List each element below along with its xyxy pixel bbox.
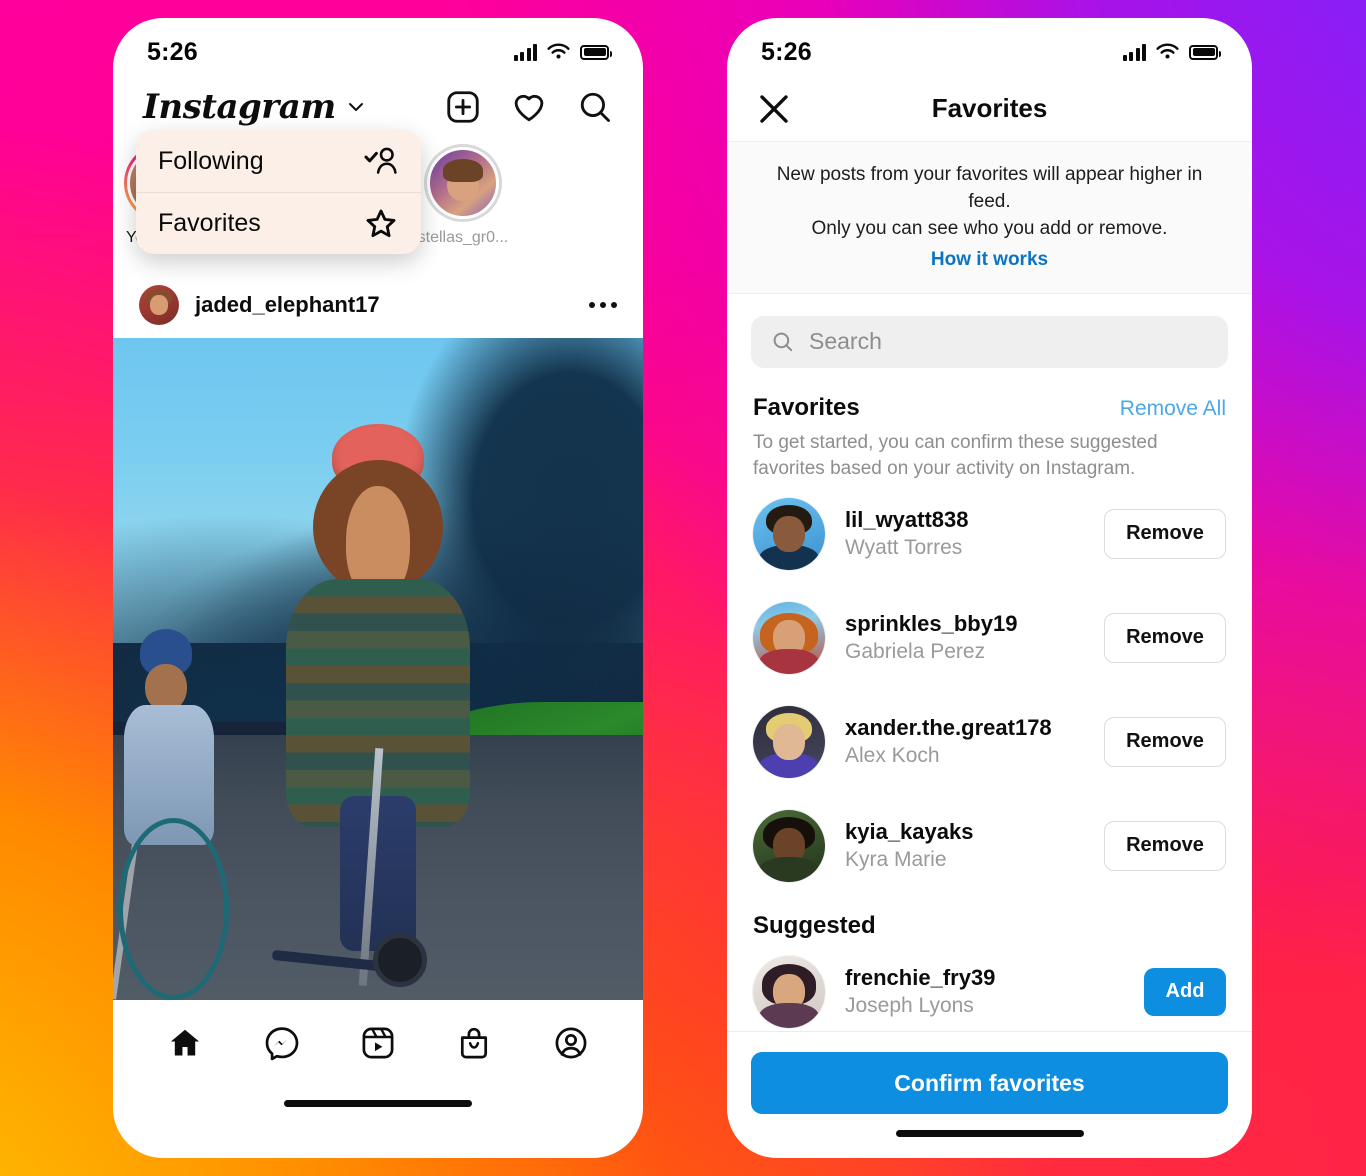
instagram-header: Instagram [113, 76, 643, 138]
avatar[interactable] [753, 497, 825, 570]
list-item[interactable]: sprinkles_bby19 Gabriela Perez Remove [727, 586, 1252, 690]
favorites-list: lil_wyatt838 Wyatt Torres Remove sprinkl… [727, 482, 1252, 898]
username: kyia_kayaks [845, 819, 974, 845]
avatar[interactable] [139, 285, 179, 325]
fullname: Kyra Marie [845, 847, 947, 871]
instagram-wordmark: Instagram [143, 87, 336, 127]
remove-button[interactable]: Remove [1104, 612, 1226, 663]
cellular-bars-icon [1122, 43, 1146, 61]
info-line-2: Only you can see who you add or remove. [811, 217, 1168, 239]
avatar[interactable] [753, 601, 825, 674]
avatar[interactable] [753, 955, 825, 1028]
info-line-1: New posts from your favorites will appea… [776, 164, 1203, 212]
post-header: jaded_elephant17 [113, 272, 643, 338]
post-image[interactable] [113, 338, 643, 1000]
cellular-bars-icon [513, 43, 537, 61]
bottom-navigation[interactable] [113, 1000, 643, 1086]
favorites-section-header: Favorites Remove All [727, 376, 1252, 422]
list-item[interactable]: lil_wyatt838 Wyatt Torres Remove [727, 482, 1252, 586]
messenger-icon[interactable] [264, 1025, 300, 1061]
post-username[interactable]: jaded_elephant17 [195, 292, 573, 318]
section-title: Favorites [753, 393, 860, 421]
plus-square-icon[interactable] [445, 89, 481, 125]
avatar[interactable] [753, 705, 825, 778]
dropdown-item-favorites[interactable]: Favorites [136, 192, 421, 254]
close-x-icon[interactable] [755, 90, 793, 128]
suggested-list: frenchie_fry39 Joseph Lyons Add [727, 940, 1252, 1044]
remove-button[interactable]: Remove [1104, 508, 1226, 559]
suggested-section-header: Suggested [727, 898, 1252, 940]
remove-button[interactable]: Remove [1104, 820, 1226, 871]
home-icon[interactable] [167, 1025, 203, 1061]
home-indicator [113, 1086, 643, 1120]
remove-all-button[interactable]: Remove All [1120, 397, 1226, 421]
star-outline-icon [366, 209, 396, 237]
list-item[interactable]: xander.the.great178 Alex Koch Remove [727, 690, 1252, 794]
info-banner: New posts from your favorites will appea… [727, 142, 1252, 294]
status-bar-right: 5:26 [727, 18, 1252, 76]
list-item[interactable]: frenchie_fry39 Joseph Lyons Add [727, 940, 1252, 1044]
search-input[interactable]: Search [751, 315, 1228, 368]
remove-button[interactable]: Remove [1104, 716, 1226, 767]
page-title: Favorites [931, 93, 1048, 123]
fullname: Wyatt Torres [845, 535, 963, 559]
magnifier-icon [773, 332, 793, 352]
username: sprinkles_bby19 [845, 611, 1018, 637]
story-label: stellas_gr0... [417, 229, 509, 246]
profile-circle-icon[interactable] [553, 1025, 589, 1061]
dropdown-item-label: Favorites [158, 209, 261, 237]
wifi-icon [547, 43, 570, 59]
fullname: Alex Koch [845, 743, 940, 767]
section-description: To get started, you can confirm these su… [753, 431, 1158, 479]
status-bar-left: 5:26 [113, 18, 643, 76]
person-check-icon [364, 147, 397, 174]
feed-filter-dropdown[interactable]: Following Favorites [136, 130, 421, 254]
cta-footer: Confirm favorites [727, 1031, 1252, 1114]
add-button[interactable]: Add [1144, 967, 1226, 1016]
username: frenchie_fry39 [845, 965, 996, 991]
fullname: Joseph Lyons [845, 993, 974, 1017]
list-item[interactable]: kyia_kayaks Kyra Marie Remove [727, 794, 1252, 898]
phone-left-feed: 5:26 Instagram stellas_gr0... Following … [113, 18, 643, 1158]
confirm-favorites-button[interactable]: Confirm favorites [751, 1052, 1228, 1114]
heart-icon[interactable] [511, 89, 547, 125]
favorites-header: Favorites [727, 76, 1252, 142]
how-it-works-link[interactable]: How it works [931, 249, 1048, 271]
shop-bag-icon[interactable] [456, 1025, 492, 1061]
dropdown-item-following[interactable]: Following [136, 130, 421, 192]
phone-right-favorites: 5:26 Favorites New posts from your favor… [727, 18, 1252, 1158]
battery-full-icon [580, 44, 612, 60]
fullname: Gabriela Perez [845, 639, 986, 663]
status-time: 5:26 [761, 37, 812, 66]
chevron-down-icon[interactable] [346, 97, 366, 117]
battery-full-icon [1189, 44, 1221, 60]
wifi-icon [1156, 43, 1179, 59]
avatar[interactable] [753, 809, 825, 882]
status-time: 5:26 [147, 37, 198, 66]
username: lil_wyatt838 [845, 507, 969, 533]
reels-icon[interactable] [360, 1025, 396, 1061]
dropdown-item-label: Following [158, 146, 264, 175]
search-placeholder: Search [809, 328, 882, 355]
instagram-logo-dropdown-trigger[interactable]: Instagram [143, 87, 366, 127]
magnifier-icon[interactable] [577, 89, 613, 125]
home-indicator [727, 1116, 1252, 1150]
story-item[interactable]: stellas_gr0... [413, 144, 513, 247]
ellipsis-icon[interactable] [589, 302, 617, 308]
section-title: Suggested [753, 911, 876, 939]
username: xander.the.great178 [845, 715, 1052, 741]
